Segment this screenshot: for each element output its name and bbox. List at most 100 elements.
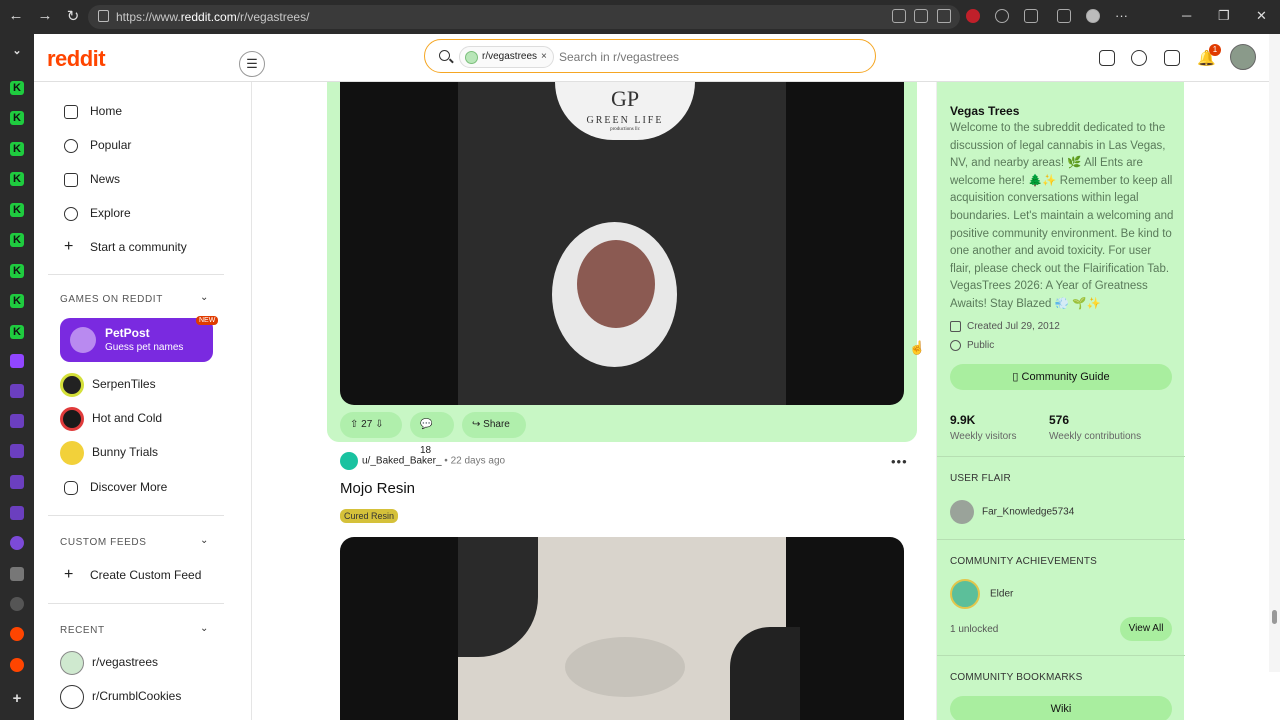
kick-icon[interactable]: K (10, 294, 24, 308)
favorites-icon[interactable] (1057, 9, 1071, 23)
kick-icon[interactable]: K (10, 172, 24, 186)
post-flair[interactable]: Cured Resin (340, 509, 399, 523)
recent-crumblcookies[interactable]: r/CrumblCookies (60, 685, 181, 709)
create-custom-feed[interactable]: + Create Custom Feed (64, 564, 201, 586)
chevron-down-icon[interactable]: ⌄ (10, 44, 24, 58)
nav-news[interactable]: News (64, 168, 120, 190)
vote-button[interactable]: ⇧ 27 ⇩ (340, 412, 402, 438)
forward-icon[interactable]: → (35, 7, 55, 24)
search-input[interactable]: Search in r/vegastrees (559, 50, 679, 64)
browser-toolbar: ← → ↻ https://www.reddit.com/r/vegastree… (0, 0, 1280, 34)
custom-feeds-header[interactable]: CUSTOM FEEDS (60, 537, 146, 548)
kick-icon[interactable]: K (10, 233, 24, 247)
user-avatar[interactable] (1230, 44, 1256, 70)
petpost-game[interactable]: PetPost Guess pet names (60, 318, 213, 362)
reddit-logo[interactable]: reddit (47, 46, 106, 72)
vote-count: 27 (361, 419, 373, 430)
url-text[interactable]: https://www.reddit.com/r/vegastrees/ (116, 10, 309, 24)
upvote-icon[interactable]: ⇧ (350, 419, 358, 430)
share-button[interactable]: ↪ Share (462, 412, 526, 438)
reload-icon[interactable]: ↻ (63, 7, 83, 25)
chevron-down-icon[interactable]: ⌄ (200, 292, 208, 303)
profile-icon[interactable] (1086, 9, 1100, 23)
kick-icon[interactable]: K (10, 81, 24, 95)
view-all-button[interactable]: View All (1120, 617, 1172, 641)
app-icon[interactable] (10, 597, 24, 611)
photo-shadow (730, 627, 800, 720)
nav-popular[interactable]: Popular (64, 134, 131, 156)
kick-icon[interactable]: K (10, 142, 24, 156)
close-icon[interactable]: × (541, 51, 547, 62)
create-post-icon[interactable] (1164, 50, 1180, 66)
close-window-icon[interactable]: ✕ (1256, 8, 1267, 24)
collapse-sidebar-button[interactable]: ☰ (239, 51, 265, 77)
twitch-icon[interactable] (10, 384, 24, 398)
nav-discover-more[interactable]: Discover More (64, 476, 167, 498)
author-link[interactable]: u/_Baked_Baker_ (362, 456, 442, 467)
search-bar[interactable]: r/vegastrees × Search in r/vegastrees (424, 39, 876, 73)
read-aloud-icon[interactable] (914, 9, 928, 23)
add-icon[interactable]: + (10, 691, 24, 706)
chat-icon[interactable] (1131, 50, 1147, 66)
game-serpentiles[interactable]: SerpenTiles (60, 373, 156, 397)
divider (48, 515, 224, 516)
post-image[interactable] (340, 537, 904, 720)
twitch-icon[interactable] (10, 506, 24, 520)
reddit-icon[interactable] (10, 627, 24, 641)
post-title[interactable]: Mojo Resin (340, 480, 415, 497)
nav-home[interactable]: Home (64, 100, 122, 122)
twitch-icon[interactable] (10, 444, 24, 458)
petpost-subtitle: Guess pet names (105, 342, 184, 353)
crumblcookies-avatar (60, 685, 84, 709)
back-icon[interactable]: ← (6, 7, 26, 24)
book-icon: ▯ (1012, 371, 1019, 383)
restore-icon[interactable]: ❐ (1218, 8, 1230, 24)
nav-start-community[interactable]: + Start a community (64, 236, 187, 258)
app-icon[interactable] (10, 536, 24, 550)
extensions-icon[interactable] (1024, 9, 1038, 23)
community-description: Welcome to the subreddit dedicated to th… (950, 122, 1174, 310)
twitch-icon[interactable] (10, 354, 24, 368)
kick-icon[interactable]: K (10, 203, 24, 217)
recent-vegastrees[interactable]: r/vegastrees (60, 651, 158, 675)
reddit-icon[interactable] (10, 658, 24, 672)
twitch-icon[interactable] (10, 414, 24, 428)
nav-explore[interactable]: Explore (64, 202, 131, 224)
community-guide-button[interactable]: ▯ Community Guide (950, 364, 1172, 390)
advertise-icon[interactable] (1099, 50, 1115, 66)
scrollbar[interactable] (1269, 34, 1280, 672)
author-avatar[interactable] (340, 452, 358, 470)
downvote-icon[interactable]: ⇩ (375, 419, 383, 430)
extension-w-icon[interactable] (995, 9, 1009, 23)
favorite-star-icon[interactable] (937, 9, 951, 23)
hot-and-cold-icon (60, 407, 84, 431)
post-image[interactable]: GP GREEN LIFE productions llc (340, 82, 904, 405)
comment-icon: 💬 (420, 419, 433, 430)
new-badge: NEW (196, 316, 219, 325)
more-options-icon[interactable]: ••• (891, 454, 908, 469)
minimize-icon[interactable]: ─ (1182, 8, 1191, 23)
address-bar[interactable]: https://www.reddit.com/r/vegastrees/ (88, 5, 960, 29)
chevron-down-icon[interactable]: ⌄ (200, 623, 208, 634)
user-flair[interactable]: Far_Knowledge5734 (950, 500, 1074, 524)
more-menu-icon[interactable]: ··· (1115, 8, 1128, 23)
kick-icon[interactable]: K (10, 325, 24, 339)
app-available-icon[interactable] (892, 9, 906, 23)
achievement-elder[interactable]: Elder (950, 579, 1013, 609)
recent-header[interactable]: RECENT (60, 625, 105, 636)
community-search-chip[interactable]: r/vegastrees × (459, 46, 554, 68)
jar-lid: GP GREEN LIFE productions llc (555, 82, 695, 140)
kick-icon[interactable]: K (10, 264, 24, 278)
kick-icon[interactable]: K (10, 111, 24, 125)
bunny-trials-icon (60, 441, 84, 465)
chevron-down-icon[interactable]: ⌄ (200, 535, 208, 546)
app-icon[interactable] (10, 567, 24, 581)
twitch-icon[interactable] (10, 475, 24, 489)
scrollbar-thumb[interactable] (1272, 610, 1277, 624)
comments-button[interactable]: 💬 18 (410, 412, 454, 456)
wiki-button[interactable]: Wiki (950, 696, 1172, 720)
extension-red-icon[interactable] (966, 9, 980, 23)
game-hot-and-cold[interactable]: Hot and Cold (60, 407, 162, 431)
game-bunny-trials[interactable]: Bunny Trials (60, 441, 158, 465)
games-section-header[interactable]: GAMES ON REDDIT (60, 294, 163, 305)
